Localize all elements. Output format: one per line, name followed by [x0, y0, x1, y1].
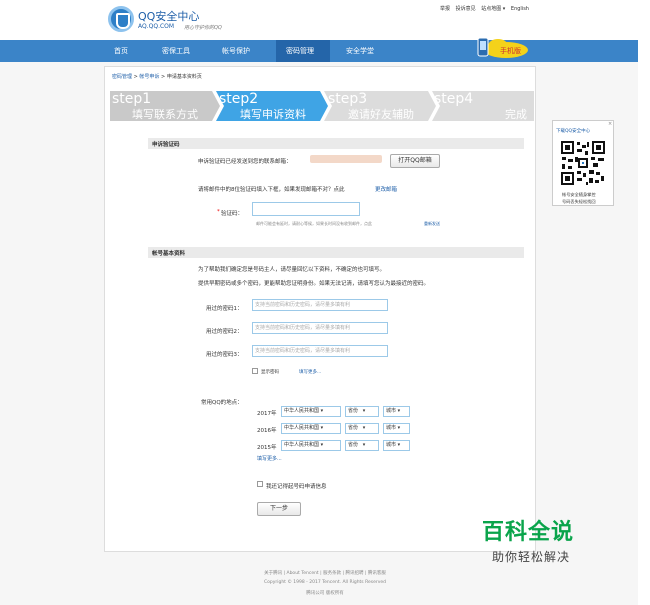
location-2016-city-select[interactable]: 城市 ▾ [383, 423, 410, 434]
right-gutter [638, 0, 650, 605]
footer-link-terms[interactable]: 服务条款 [323, 571, 341, 576]
location-2016-province-select[interactable]: 省份 ▾ [345, 423, 379, 434]
nav-item-security-tools[interactable]: 密保工具 [162, 46, 190, 56]
account-intro-1: 为了帮助我们确定您是号码主人，请尽量回忆以下资料，不确定的也可填写。 [198, 267, 386, 273]
location-2017-country-select[interactable]: 中华人民共和国 ▾ [281, 406, 341, 417]
verify-sent-text: 申诉验证码已经发送到您的联系邮箱： [198, 159, 292, 165]
nav-item-security-school[interactable]: 安全学堂 [346, 46, 374, 56]
footer-link-jobs[interactable]: 腾讯招聘 [345, 571, 363, 576]
account-section-title: 帐号基本资料 [152, 251, 186, 257]
select-value: 城市 [386, 442, 397, 448]
location-2016-country-select[interactable]: 中华人民共和国 ▾ [281, 423, 341, 434]
select-value: 省份 [348, 425, 359, 431]
step1-number: step1 [112, 91, 152, 107]
select-value: 城市 [386, 425, 397, 431]
password-3-input[interactable]: 支持当前密码和历史密码，请尽量多填有利 [252, 345, 388, 357]
select-value: 中华人民共和国 [284, 442, 320, 448]
mobile-version-badge[interactable]: 手机版 [470, 36, 530, 60]
password-2-label: 用过的密码2： [206, 329, 243, 335]
location-year-2015: 2015年 [257, 445, 277, 451]
step4-label: 完成 [505, 108, 527, 121]
verify-code-input[interactable] [252, 202, 360, 216]
location-2015-province-select[interactable]: 省份 ▾ [345, 440, 379, 451]
step3-number: step3 [328, 91, 368, 107]
code-label: 验证码： [221, 211, 244, 217]
select-value: 中华人民共和国 [284, 408, 320, 414]
location-year-2017: 2017年 [257, 411, 277, 417]
nav-item-account-protect[interactable]: 帐号保护 [222, 46, 250, 56]
account-intro-2: 提供早期密码或多个密码，更能帮助您证明身份。如果无法记清，请填写您认为最接近的密… [198, 281, 430, 287]
logo-slogan: 用心守护你的QQ [184, 25, 222, 31]
more-locations-link[interactable]: 填写更多... [257, 455, 282, 462]
select-value: 省份 [348, 442, 359, 448]
location-label: 常用QQ的地点： [201, 400, 243, 406]
nav-item-home[interactable]: 首页 [114, 46, 128, 56]
verify-section-bar [148, 138, 524, 149]
change-mail-link[interactable]: 更改邮箱 [375, 185, 397, 193]
breadcrumb: 密码管理 > 帐号申诉 > 申请基本资料页 [112, 73, 202, 80]
footer-link-service[interactable]: 腾讯客服 [368, 571, 386, 576]
verify-section-title: 申诉验证码 [152, 142, 180, 148]
next-step-button[interactable]: 下一步 [257, 502, 301, 516]
step3-label: 邀请好友辅助 [348, 108, 414, 121]
step1-label: 填写联系方式 [132, 108, 198, 121]
qr-close-icon[interactable]: × [608, 121, 612, 127]
shield-logo-icon[interactable] [108, 6, 134, 32]
footer-company: 腾讯公司 版权所有 [306, 591, 344, 596]
location-2015-city-select[interactable]: 城市 ▾ [383, 440, 410, 451]
qr-code-icon [560, 140, 606, 186]
footer-link-about[interactable]: 关于腾讯 [264, 571, 282, 576]
select-value: 城市 [386, 408, 397, 414]
location-2017-city-select[interactable]: 城市 ▾ [383, 406, 410, 417]
more-passwords-link[interactable]: 填写更多... [299, 369, 321, 375]
masked-email [310, 155, 382, 163]
qr-caption-1: 帐号安全随身掌控 [562, 192, 596, 197]
qr-caption-2: 号码丢失轻松找回 [562, 199, 596, 204]
top-link-feedback[interactable]: 投诉意见 [456, 6, 476, 12]
footer-links: 关于腾讯 | About Tencent | 服务条款 | 腾讯招聘 | 腾讯客… [264, 571, 386, 576]
open-qq-mail-button[interactable]: 打开QQ邮箱 [390, 154, 440, 168]
breadcrumb-sep: > [133, 74, 138, 80]
step2-label: 填写申诉资料 [240, 108, 306, 121]
account-section-bar [148, 247, 524, 258]
forgot-info-label: 我还记得起号码申请信息 [266, 484, 327, 490]
password-1-input[interactable]: 支持当前密码和历史密码，请尽量多填有利 [252, 299, 388, 311]
breadcrumb-item-appeal[interactable]: 帐号申诉 [139, 74, 159, 80]
location-2015-country-select[interactable]: 中华人民共和国 ▾ [281, 440, 341, 451]
top-link-sitemap[interactable]: 站点地图 ▾ [481, 6, 505, 12]
location-2017-province-select[interactable]: 省份 ▾ [345, 406, 379, 417]
top-links: 举报 投诉意见 站点地图 ▾ English [440, 5, 533, 12]
select-value: 省份 [348, 408, 359, 414]
password-2-input[interactable]: 支持当前密码和历史密码，请尽量多填有利 [252, 322, 388, 334]
show-password-checkbox[interactable] [252, 368, 258, 374]
watermark-title: 百科全说 [482, 520, 575, 545]
required-mark: * [217, 209, 220, 215]
site-header [0, 0, 650, 40]
show-password-label: 显示密码 [261, 370, 279, 375]
step2-number: step2 [219, 91, 259, 107]
breadcrumb-item-current: 申请基本资料页 [166, 74, 202, 80]
password-1-label: 用过的密码1： [206, 306, 243, 312]
breadcrumb-sep: > [161, 74, 166, 80]
verify-hint: 邮件可能会有延时，请耐心等候，如果长时间没有收到邮件，点此 [256, 221, 372, 226]
logo-title[interactable]: QQ安全中心 [138, 8, 199, 24]
nav-item-password-manage[interactable]: 密码管理 [286, 46, 314, 56]
step4-number: step4 [434, 91, 474, 107]
footer-copyright: Copyright © 1998 - 2017 Tencent. All Rig… [263, 580, 387, 585]
top-link-english[interactable]: English [511, 6, 529, 12]
qr-title[interactable]: 下载QQ安全中心 [556, 128, 590, 134]
password-3-label: 用过的密码3： [206, 352, 243, 358]
resend-link[interactable]: 重新发送 [424, 221, 440, 227]
select-value: 中华人民共和国 [284, 425, 320, 431]
watermark-subtitle: 助你轻松解决 [492, 550, 571, 564]
top-link-report[interactable]: 举报 [440, 6, 450, 12]
logo-domain: AQ.QQ.COM [138, 23, 175, 30]
cloud-text: 手机版 [500, 46, 521, 55]
forgot-info-checkbox[interactable] [257, 481, 263, 487]
footer-link-about-en[interactable]: About Tencent [287, 571, 319, 576]
verify-instruction: 请将邮件中的8位验证码填入下框，如果发现邮箱不对？点此 [198, 187, 345, 193]
breadcrumb-item-password[interactable]: 密码管理 [112, 74, 132, 80]
location-year-2016: 2016年 [257, 428, 277, 434]
